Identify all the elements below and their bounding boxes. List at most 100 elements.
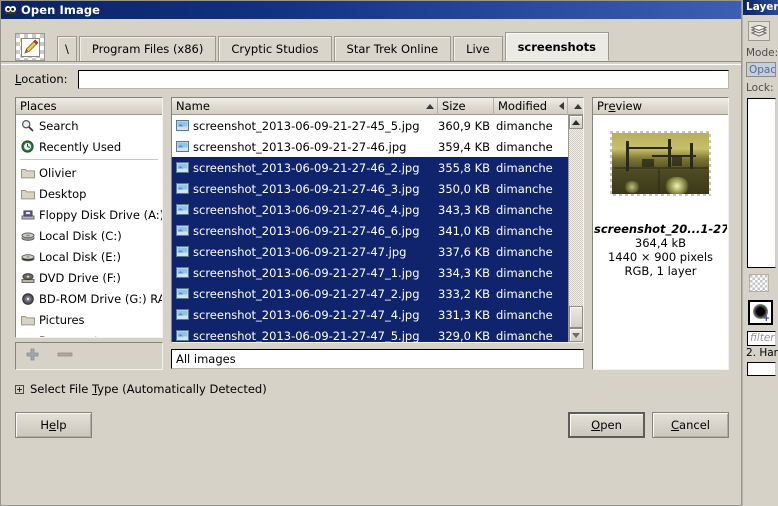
layer-list[interactable] — [747, 98, 776, 268]
file-modified: dimanche — [496, 328, 553, 343]
dialog-body: Places Search Recently Used Olivier Desk… — [1, 93, 741, 370]
column-header-name[interactable]: Name — [172, 98, 438, 115]
bdrom-drive-icon — [21, 292, 39, 305]
table-row[interactable]: screenshot_2013-06-09-21-27-47_2.jpg 333… — [172, 283, 568, 304]
places-item-bdrom-drive-g[interactable]: BD-ROM Drive (G:) RAI... — [16, 288, 162, 309]
table-row[interactable]: screenshot_2013-06-09-21-27-46.jpg 359,4… — [172, 136, 568, 157]
table-row[interactable]: screenshot_2013-06-09-21-27-46_6.jpg 341… — [172, 220, 568, 241]
file-size: 360,9 KB — [438, 118, 491, 133]
table-row[interactable]: screenshot_2013-06-09-21-27-45_5.jpg 360… — [172, 115, 568, 136]
file-name: screenshot_2013-06-09-21-27-47_2.jpg — [193, 286, 420, 301]
column-header-size[interactable]: Size — [438, 98, 494, 115]
brush-filter-input[interactable]: filter — [747, 331, 776, 346]
places-item-documents[interactable]: Documents — [16, 330, 162, 337]
file-rows-area: screenshot_2013-06-09-21-27-45_5.jpg 360… — [172, 115, 583, 342]
breadcrumb-item-root[interactable]: \ — [57, 36, 77, 61]
file-name: screenshot_2013-06-09-21-27-46_2.jpg — [193, 160, 420, 175]
hard-disk-icon — [21, 251, 39, 263]
preview-thumbnail-checkerboard — [610, 131, 711, 196]
file-size: 334,3 KB — [438, 265, 491, 280]
breadcrumb: \ Program Files (x86) Cryptic Studios St… — [57, 32, 611, 61]
hard-disk-icon — [21, 230, 39, 242]
location-label: Location: — [15, 72, 68, 86]
image-file-icon — [176, 267, 193, 278]
file-modified: dimanche — [496, 223, 553, 238]
breadcrumb-item-program-files[interactable]: Program Files (x86) — [78, 36, 217, 61]
breadcrumb-item-live[interactable]: Live — [453, 36, 503, 61]
layer-thumbnail-row[interactable] — [749, 272, 776, 294]
table-row[interactable]: screenshot_2013-06-09-21-27-47_5.jpg 329… — [172, 325, 568, 342]
location-input[interactable] — [77, 69, 729, 89]
mode-label: Mode: — [746, 47, 778, 59]
places-item-local-disk-e[interactable]: Local Disk (E:) — [16, 246, 162, 267]
dialog-action-buttons: Help Open Cancel — [15, 412, 729, 438]
sort-ascending-icon — [426, 103, 434, 109]
places-item-floppy-drive-a[interactable]: Floppy Disk Drive (A:) — [16, 204, 162, 225]
scroll-up-button[interactable] — [569, 115, 583, 129]
remove-bookmark-icon[interactable] — [57, 348, 73, 364]
select-file-type-expander[interactable]: Select File Type (Automatically Detected… — [15, 380, 729, 398]
opacity-slider[interactable]: Opacit — [746, 62, 776, 77]
image-file-icon — [176, 162, 193, 173]
file-type-filter-combo[interactable]: All images — [171, 349, 584, 369]
places-item-local-disk-c[interactable]: Local Disk (C:) — [16, 225, 162, 246]
image-file-icon — [176, 141, 193, 152]
scrollbar-trough[interactable] — [569, 129, 583, 306]
brush-preview[interactable]: + — [748, 300, 773, 325]
file-name: screenshot_2013-06-09-21-27-47_1.jpg — [193, 265, 420, 280]
places-item-label: Pictures — [39, 312, 85, 327]
type-filename-toggle-button[interactable] — [15, 33, 45, 61]
places-toolbar — [15, 342, 163, 370]
open-button[interactable]: Open — [568, 412, 645, 438]
places-item-recently-used[interactable]: Recently Used — [16, 136, 162, 157]
file-type-filter-row: All images — [171, 348, 584, 370]
image-file-icon — [176, 204, 193, 215]
scrollbar-thumb[interactable] — [569, 306, 583, 328]
file-size: 331,3 KB — [438, 307, 491, 322]
table-row[interactable]: screenshot_2013-06-09-21-27-46_2.jpg 355… — [172, 157, 568, 178]
dock-bottom-panel[interactable] — [747, 362, 776, 376]
preview-panel: Pr e view screenshot_20...1-2 364,4 kB 1… — [592, 97, 729, 370]
table-row[interactable]: screenshot_2013-06-09-21-27-47.jpg 337,6… — [172, 241, 568, 262]
brush-name-label: 2. Har — [746, 347, 778, 359]
file-size: 341,0 KB — [438, 223, 491, 238]
table-row[interactable]: screenshot_2013-06-09-21-27-46_3.jpg 350… — [172, 178, 568, 199]
preview-content: screenshot_20...1-27-46_2 364,4 kB 1440 … — [593, 115, 728, 369]
scroll-down-button[interactable] — [569, 328, 583, 342]
chevron-up-icon — [573, 103, 582, 109]
file-modified: dimanche — [496, 118, 553, 133]
breadcrumb-item-screenshots[interactable]: screenshots — [504, 32, 609, 61]
table-row[interactable]: screenshot_2013-06-09-21-27-47_4.jpg 331… — [172, 304, 568, 325]
places-item-search[interactable]: Search — [16, 115, 162, 136]
places-item-pictures[interactable]: Pictures — [16, 309, 162, 330]
file-modified: dimanche — [496, 286, 553, 301]
places-item-dvd-drive-f[interactable]: DVD Drive (F:) — [16, 267, 162, 288]
floppy-drive-icon — [21, 209, 39, 221]
help-button[interactable]: Help — [15, 412, 92, 438]
places-panel: Places Search Recently Used Olivier Desk… — [15, 97, 163, 370]
add-bookmark-icon[interactable] — [26, 348, 39, 364]
places-item-label: Olivier — [39, 165, 77, 180]
file-name: screenshot_2013-06-09-21-27-47.jpg — [193, 244, 407, 259]
folder-icon — [21, 167, 39, 179]
column-header-modified[interactable]: Modified — [494, 98, 568, 115]
breadcrumb-item-cryptic-studios[interactable]: Cryptic Studios — [218, 36, 332, 61]
places-item-desktop[interactable]: Desktop — [16, 183, 162, 204]
gimp-layers-dock: Layer Mode: Opacit Lock: + filter 2. Har — [742, 0, 778, 506]
places-list: Places Search Recently Used Olivier Desk… — [15, 97, 163, 338]
column-header-corner-button[interactable] — [568, 98, 583, 115]
plus-badge-icon: + — [762, 314, 770, 324]
layers-icon[interactable] — [748, 21, 770, 41]
file-list-scrollbar[interactable] — [568, 115, 583, 342]
breadcrumb-item-star-trek-online[interactable]: Star Trek Online — [333, 36, 452, 61]
expander-plus-icon[interactable] — [15, 384, 24, 394]
folder-icon — [21, 314, 39, 326]
file-list-header: Name Size Modified — [172, 98, 583, 115]
places-header: Places — [16, 98, 162, 115]
cancel-button[interactable]: Cancel — [652, 412, 729, 438]
preview-filename: screenshot_20...1-27-46_2 — [594, 222, 727, 236]
places-item-olivier[interactable]: Olivier — [16, 162, 162, 183]
table-row[interactable]: screenshot_2013-06-09-21-27-46_4.jpg 343… — [172, 199, 568, 220]
image-file-icon — [176, 225, 193, 236]
table-row[interactable]: screenshot_2013-06-09-21-27-47_1.jpg 334… — [172, 262, 568, 283]
